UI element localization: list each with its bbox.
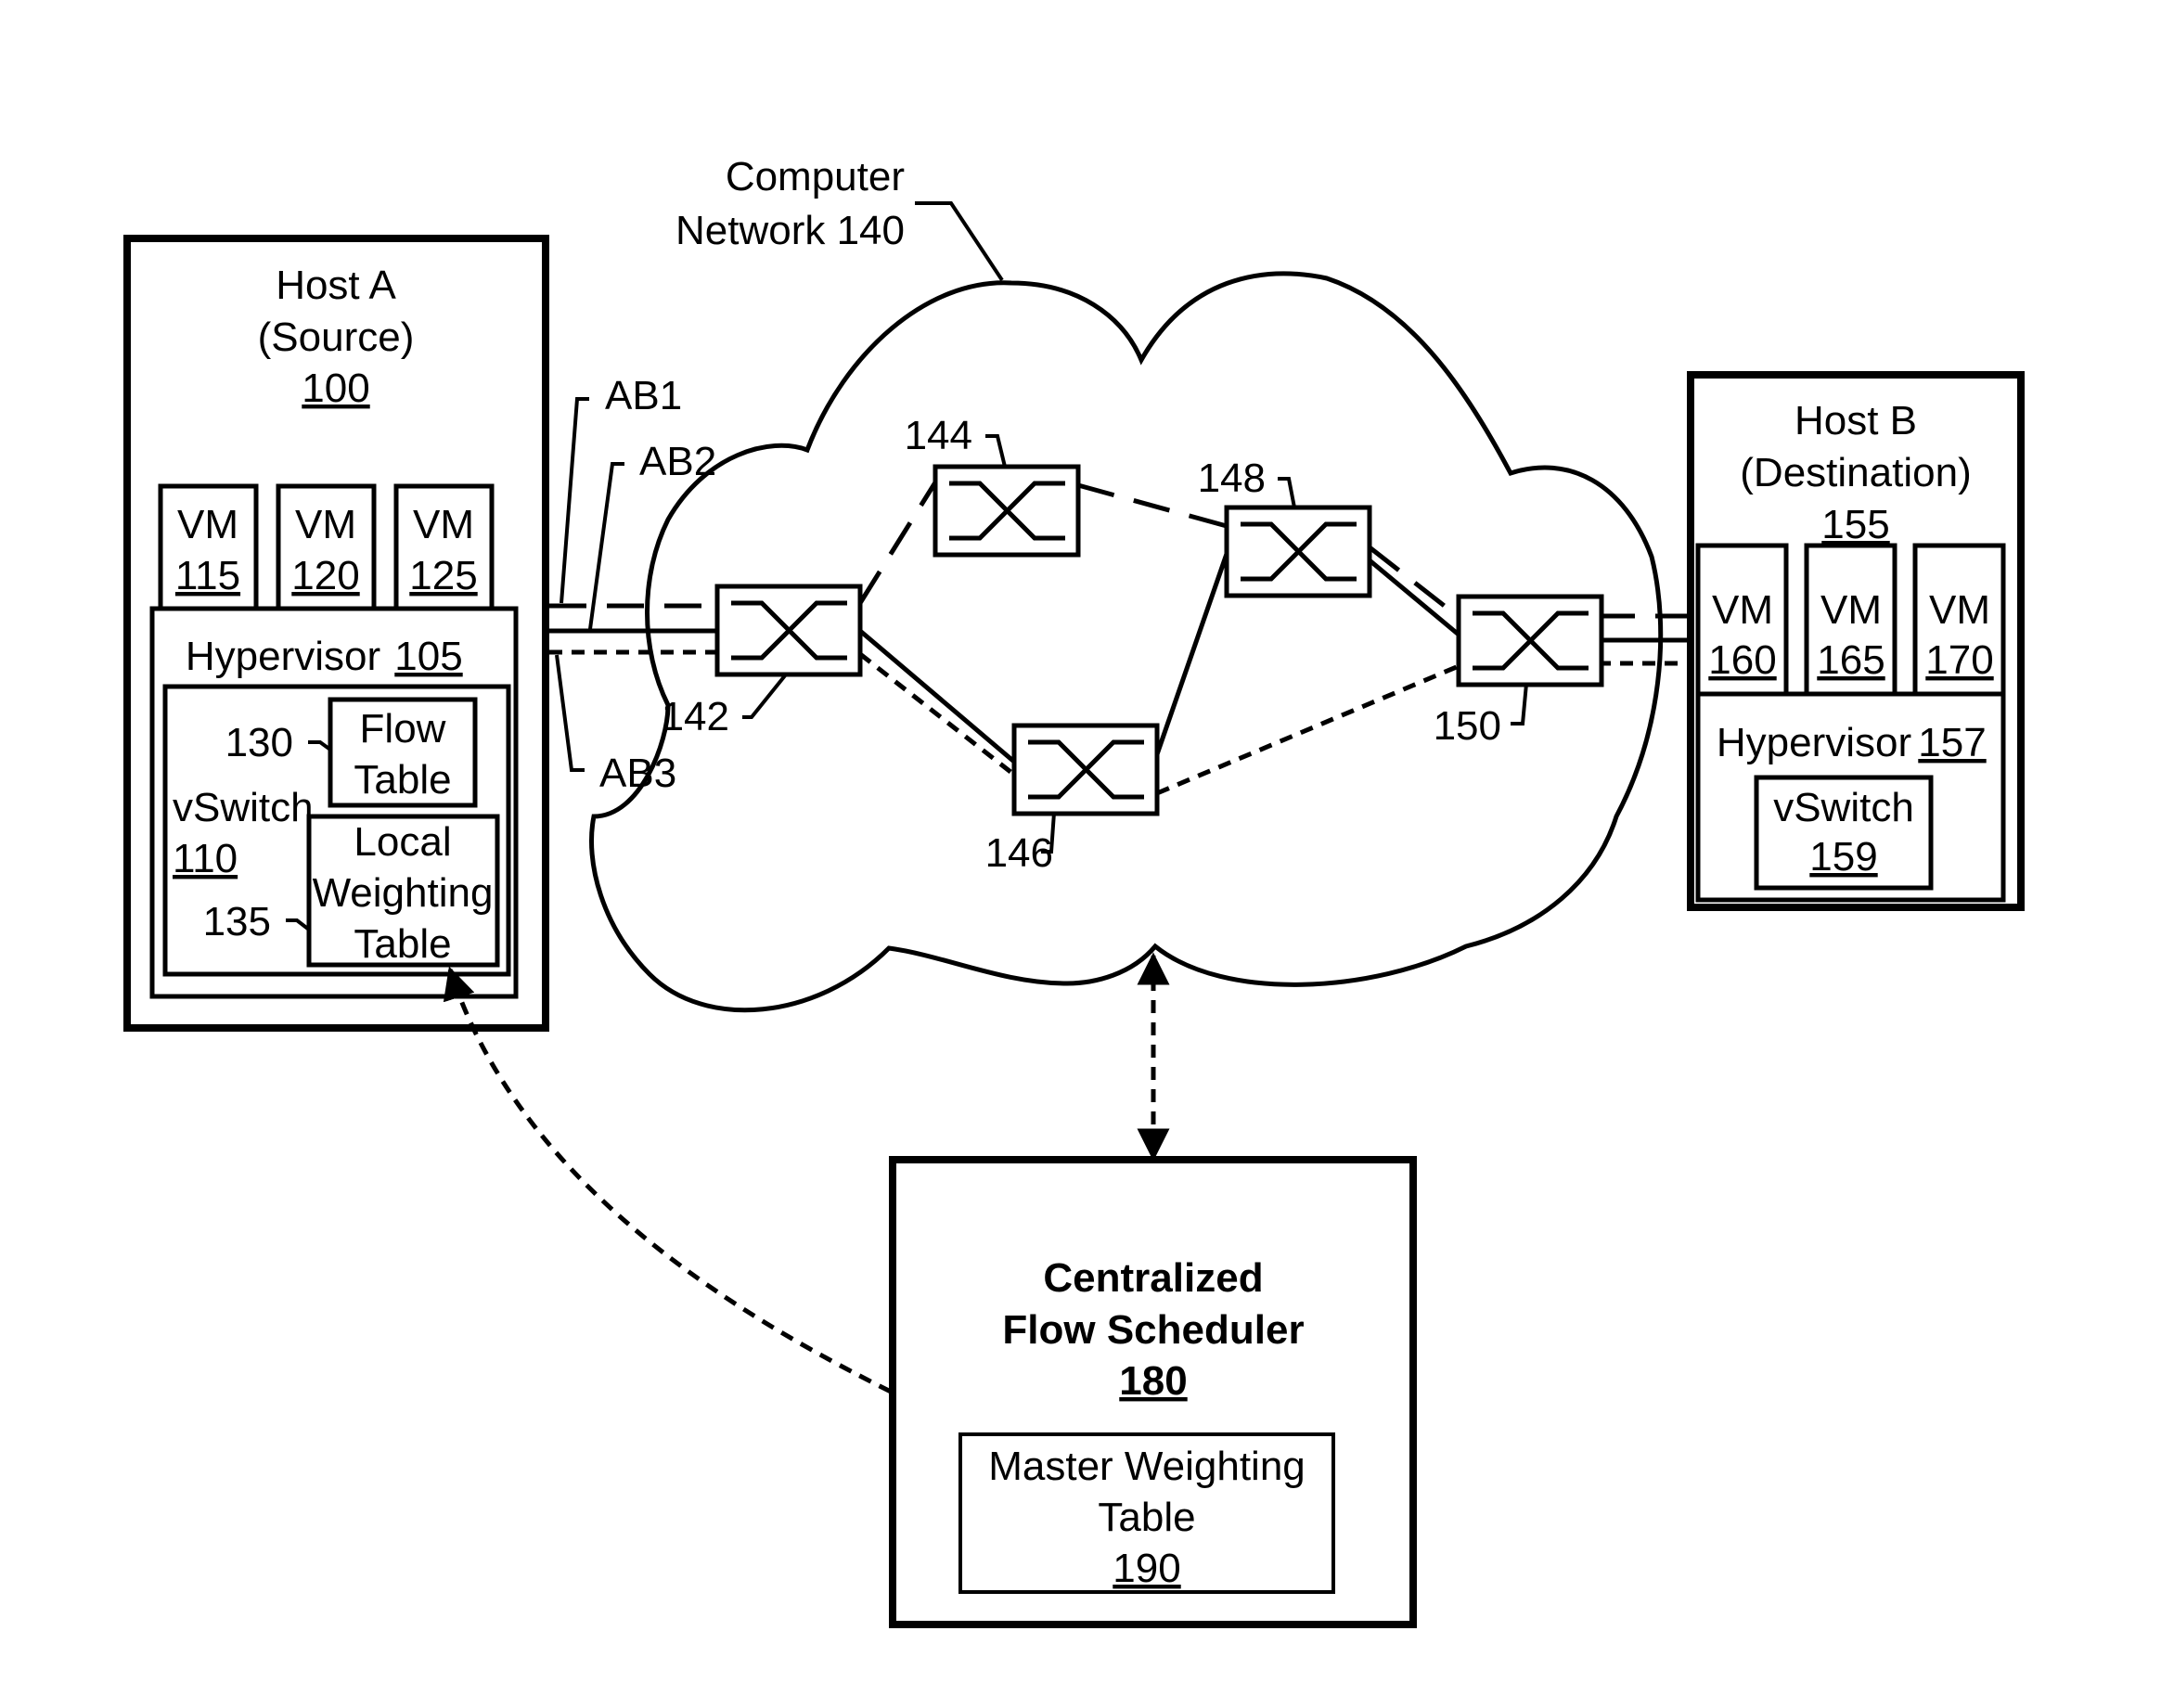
path-label-ab2: AB2: [639, 439, 716, 484]
vm-label: VM: [1929, 587, 1990, 633]
ab1-leader: [560, 397, 589, 604]
vm-115[interactable]: VM 115: [158, 483, 259, 614]
vswitch-label: vSwitch: [173, 785, 314, 830]
link-ab3-146-150: [1156, 663, 1460, 796]
vm-ref: 160: [1708, 637, 1776, 683]
ab3-leader: [555, 654, 585, 772]
scheduler-line2: Flow Scheduler: [1002, 1307, 1304, 1353]
mwt-line1: Master Weighting: [988, 1444, 1306, 1489]
host-a-subtitle: (Source): [258, 315, 415, 360]
link-ab3-142-146: [858, 652, 1016, 777]
host-b-subtitle: (Destination): [1740, 450, 1971, 495]
hypervisor-label: Hypervisor: [1717, 720, 1911, 765]
switch-ref-148: 148: [1198, 456, 1266, 501]
vm-165[interactable]: VM 165: [1804, 543, 1897, 697]
path-label-ab1: AB1: [605, 373, 682, 418]
switch-148[interactable]: [1224, 505, 1372, 598]
network-label-line1: Computer: [726, 154, 905, 199]
scheduler-line1: Centralized: [1043, 1255, 1263, 1301]
mwt-ref: 190: [1113, 1546, 1180, 1591]
switch-144[interactable]: [933, 464, 1081, 558]
host-b[interactable]: Host B (Destination) 155 VM 160 VM 165 V…: [1687, 371, 2025, 911]
vm-label: VM: [413, 502, 474, 547]
switches: [714, 464, 1604, 816]
network-label-line2: Network 140: [675, 208, 905, 253]
vswitch-159[interactable]: vSwitch 159: [1754, 775, 1934, 891]
network-leader-line: [915, 201, 1004, 282]
vswitch-ref: 159: [1809, 834, 1877, 880]
flow-table-ref: 130: [225, 720, 293, 765]
lwt-line1: Local: [354, 819, 451, 865]
host-a-ref: 100: [302, 366, 369, 411]
link-ab1-148-150: [1368, 546, 1460, 619]
link-ab2-148-150: [1368, 559, 1460, 636]
link-ab2-146-148: [1154, 553, 1229, 755]
scheduler-to-lwt-arrow: [443, 966, 893, 1394]
host-b-ref: 155: [1821, 502, 1889, 547]
switch-ref-150: 150: [1434, 703, 1501, 749]
switch-142-leader: [742, 673, 788, 719]
vm-ref: 115: [175, 553, 240, 598]
switch-ref-142: 142: [662, 694, 729, 739]
network-diagram: Computer Network 140 Host A (Source) 100…: [123, 154, 2025, 1628]
switch-144-leader: [985, 434, 1007, 468]
link-ab1-142-144: [857, 481, 938, 605]
vm-160[interactable]: VM 160: [1695, 543, 1789, 697]
centralized-flow-scheduler[interactable]: Centralized Flow Scheduler 180 Master We…: [889, 1156, 1417, 1628]
vm-125[interactable]: VM 125: [393, 483, 495, 614]
host-b-title: Host B: [1795, 398, 1917, 443]
hypervisor-ref: 105: [394, 634, 462, 679]
switch-150[interactable]: [1456, 594, 1604, 687]
lwt-line3: Table: [354, 921, 451, 967]
host-a[interactable]: Host A (Source) 100 VM 115 VM 120 VM 125…: [123, 235, 549, 1032]
switch-146[interactable]: [1011, 723, 1160, 816]
vm-120[interactable]: VM 120: [276, 483, 377, 614]
vm-label: VM: [295, 502, 356, 547]
flow-table-line1: Flow: [360, 706, 446, 751]
path-label-ab3: AB3: [599, 751, 676, 796]
vm-ref: 120: [291, 553, 359, 598]
lwt-line2: Weighting: [313, 870, 494, 916]
network-label: Computer Network 140: [675, 154, 1004, 282]
switch-150-leader: [1511, 683, 1528, 726]
vm-ref: 170: [1925, 637, 1993, 683]
flow-table-line2: Table: [354, 757, 451, 803]
master-weighting-table-190[interactable]: Master Weighting Table 190: [958, 1432, 1335, 1594]
vm-170[interactable]: VM 170: [1912, 543, 2006, 697]
switch-148-leader: [1278, 477, 1296, 508]
hypervisor-ref: 157: [1918, 720, 1986, 765]
vswitch-ref: 110: [173, 836, 238, 881]
vm-label: VM: [1820, 587, 1882, 633]
lwt-ref: 135: [203, 899, 271, 944]
vm-label: VM: [1712, 587, 1773, 633]
vm-ref: 125: [409, 553, 477, 598]
switch-142[interactable]: [714, 584, 863, 677]
hypervisor-label: Hypervisor: [186, 634, 380, 679]
mwt-line2: Table: [1098, 1495, 1195, 1540]
vm-label: VM: [177, 502, 238, 547]
switch-ref-144: 144: [905, 413, 972, 458]
vswitch-label: vSwitch: [1773, 785, 1914, 830]
host-a-title: Host A: [276, 263, 396, 308]
link-ab2-142-146: [858, 629, 1016, 764]
scheduler-ref: 180: [1119, 1358, 1187, 1404]
vm-ref: 165: [1817, 637, 1885, 683]
